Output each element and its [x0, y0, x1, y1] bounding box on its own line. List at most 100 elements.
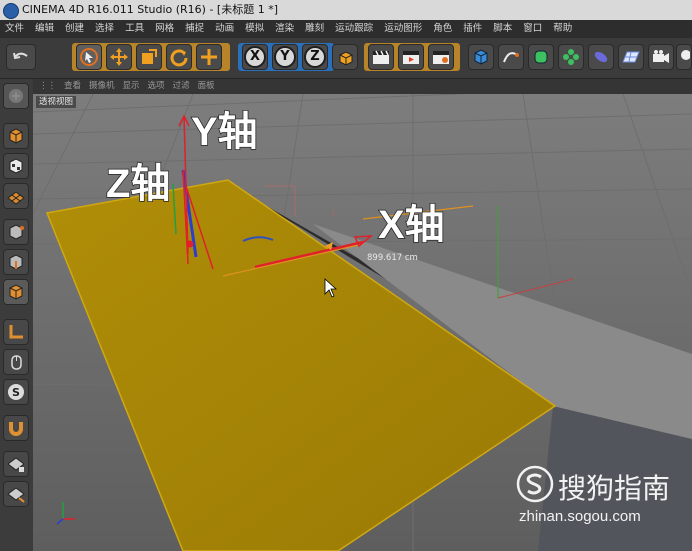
- floor-button[interactable]: [618, 44, 644, 70]
- x-axis-icon: X: [244, 46, 266, 68]
- texture-mode-button[interactable]: [3, 153, 29, 179]
- make-editable-button[interactable]: [3, 83, 29, 109]
- make-editable-icon: [9, 89, 23, 103]
- menu-select[interactable]: 选择: [90, 20, 120, 38]
- polygons-mode-button[interactable]: [3, 279, 29, 305]
- menu-file[interactable]: 文件: [0, 20, 30, 38]
- symmetry-grid-lock-icon: [7, 457, 25, 472]
- points-cube-icon: [9, 224, 24, 240]
- viewport-menu-bar: ⋮⋮ 查看 摄像机 显示 选项 过滤 面板: [33, 79, 692, 94]
- scale-icon: [142, 49, 157, 64]
- y-axis-lock-button[interactable]: Y: [272, 44, 298, 70]
- viewport-menu-cameras[interactable]: 摄像机: [85, 79, 119, 94]
- viewport-menu-filter[interactable]: 过滤: [169, 79, 194, 94]
- viewport-menu-display[interactable]: 显示: [119, 79, 144, 94]
- viewport-menu-panel[interactable]: 面板: [194, 79, 219, 94]
- render-view-button[interactable]: [368, 44, 394, 70]
- title-bar: CINEMA 4D R16.011 Studio (R16) - [未标题 1 …: [0, 0, 692, 20]
- bend-deformer-icon: [594, 51, 608, 63]
- coordinate-cube-icon: [339, 51, 353, 66]
- cinema4d-logo-icon: [3, 3, 19, 19]
- deformer-button[interactable]: [588, 44, 614, 70]
- menu-plugins[interactable]: 插件: [458, 20, 488, 38]
- live-selection-button[interactable]: [76, 44, 102, 70]
- menu-tools[interactable]: 工具: [120, 20, 150, 38]
- y-axis-annotation: Y轴: [190, 110, 258, 154]
- menu-motion-tracker[interactable]: 运动跟踪: [330, 20, 379, 38]
- edges-mode-button[interactable]: [3, 249, 29, 275]
- undo-button[interactable]: [6, 44, 36, 70]
- tweak-mode-button[interactable]: [3, 349, 29, 375]
- menu-simulate[interactable]: 模拟: [240, 20, 270, 38]
- camera-icon: [653, 50, 669, 63]
- clapper-gear-icon: [433, 51, 449, 64]
- array-flower-icon: [563, 49, 579, 65]
- cube-object-button[interactable]: [468, 44, 494, 70]
- move-tool-button[interactable]: [106, 44, 132, 70]
- clapper-play-icon: [403, 51, 419, 64]
- camera-button[interactable]: [648, 44, 674, 70]
- coordinate-system-button[interactable]: [332, 44, 358, 70]
- viewport-menu-options[interactable]: 选项: [144, 79, 169, 94]
- menu-bar: 文件 编辑 创建 选择 工具 网格 捕捉 动画 模拟 渲染 雕刻 运动跟踪 运动图形 角色 插件 脚本 窗口 帮助: [0, 20, 692, 38]
- menu-sculpt[interactable]: 雕刻: [300, 20, 330, 38]
- render-to-picture-viewer-button[interactable]: [398, 44, 424, 70]
- menu-render[interactable]: 渲染: [270, 20, 300, 38]
- mouse-icon: [11, 355, 22, 370]
- points-mode-button[interactable]: [3, 219, 29, 245]
- workplane-grid-icon: [7, 191, 25, 205]
- z-axis-annotation: Z轴: [105, 162, 171, 206]
- menu-help[interactable]: 帮助: [548, 20, 578, 38]
- perspective-viewport[interactable]: 透视视图 899.617 cm Y轴 Z轴 X轴 搜狗指南 zhinan.sog…: [33, 94, 692, 551]
- transform-tool-button[interactable]: [196, 44, 222, 70]
- array-button[interactable]: [558, 44, 584, 70]
- axis-mode-button[interactable]: [3, 319, 29, 345]
- svg-text:S: S: [12, 386, 20, 399]
- light-bulb-icon: [681, 50, 690, 60]
- menu-edit[interactable]: 编辑: [30, 20, 60, 38]
- polygons-cube-icon: [9, 284, 23, 300]
- watermark-brand: 搜狗指南: [558, 473, 671, 504]
- selection-cursor-icon: [80, 48, 98, 66]
- viewport-grip-icon: ⋮⋮: [39, 81, 56, 91]
- light-button[interactable]: [676, 44, 692, 70]
- menu-snap[interactable]: 捕捉: [180, 20, 210, 38]
- magnet-button[interactable]: [3, 415, 29, 441]
- move-icon: [110, 48, 128, 66]
- rotate-icon: [170, 49, 188, 67]
- snap-button[interactable]: S: [3, 379, 29, 405]
- workplane-mode-button[interactable]: [3, 183, 29, 209]
- cube-icon: [474, 49, 488, 65]
- y-axis-icon: Y: [274, 46, 296, 68]
- texture-checker-icon: [9, 158, 23, 174]
- edges-cube-icon: [9, 254, 23, 270]
- menu-animate[interactable]: 动画: [210, 20, 240, 38]
- subdivision-surface-button[interactable]: [528, 44, 554, 70]
- menu-window[interactable]: 窗口: [518, 20, 548, 38]
- viewport-label: 透视视图: [36, 96, 77, 108]
- workplane-lock-button[interactable]: [3, 481, 29, 507]
- menu-mesh[interactable]: 网格: [150, 20, 180, 38]
- window-title: CINEMA 4D R16.011 Studio (R16) - [未标题 1 …: [22, 3, 279, 16]
- clapper-icon: [373, 50, 389, 64]
- watermark-url: zhinan.sogou.com: [519, 508, 641, 525]
- measurement-readout: 899.617 cm: [367, 253, 418, 263]
- snap-s-icon: S: [8, 384, 24, 400]
- menu-mograph[interactable]: 运动图形: [379, 20, 428, 38]
- subdivision-icon: [534, 50, 548, 64]
- model-cube-icon: [9, 128, 23, 144]
- menu-character[interactable]: 角色: [428, 20, 458, 38]
- render-settings-button[interactable]: [428, 44, 454, 70]
- menu-create[interactable]: 创建: [60, 20, 90, 38]
- rotate-tool-button[interactable]: [166, 44, 192, 70]
- spline-button[interactable]: [498, 44, 524, 70]
- z-axis-lock-button[interactable]: Z: [302, 44, 328, 70]
- viewport-menu-view[interactable]: 查看: [60, 79, 85, 94]
- x-axis-lock-button[interactable]: X: [242, 44, 268, 70]
- x-axis-annotation: X轴: [377, 203, 445, 247]
- axis-l-icon: [9, 325, 23, 339]
- scale-tool-button[interactable]: [136, 44, 162, 70]
- model-mode-button[interactable]: [3, 123, 29, 149]
- menu-script[interactable]: 脚本: [488, 20, 518, 38]
- symmetry-button[interactable]: [3, 451, 29, 477]
